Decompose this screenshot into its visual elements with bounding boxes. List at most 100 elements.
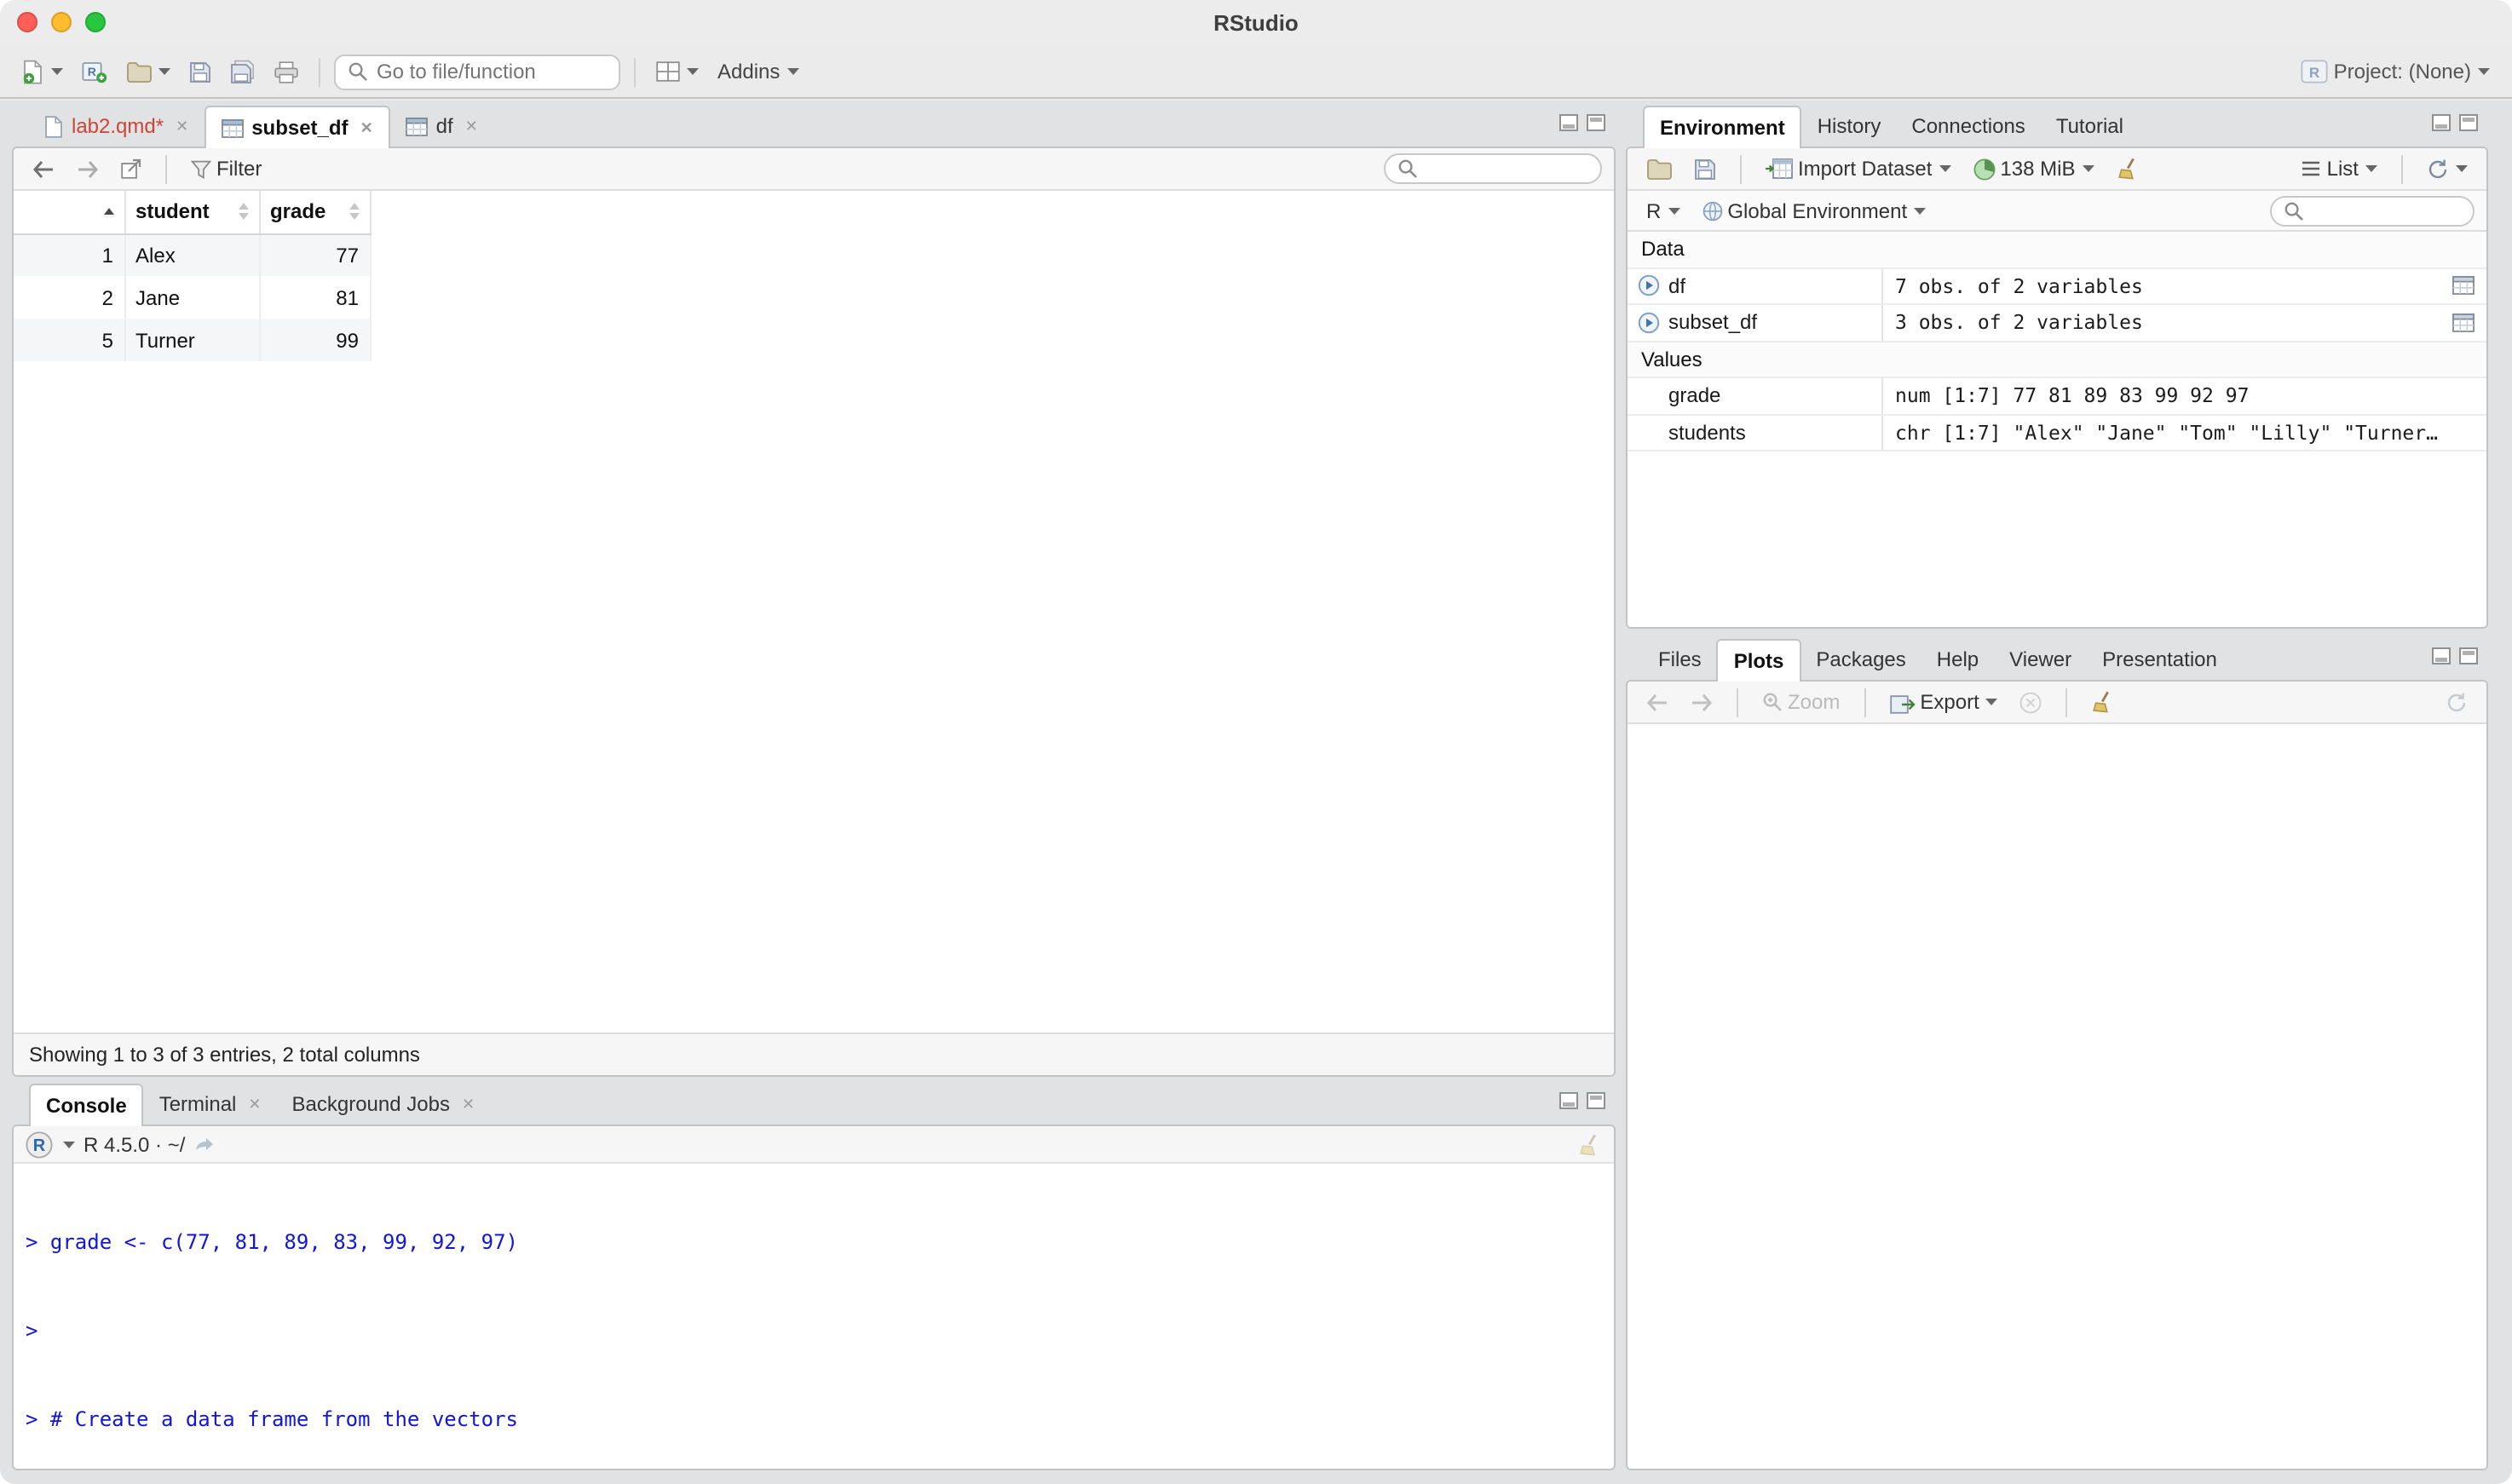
goto-directory-icon[interactable] <box>193 1136 214 1153</box>
console-line: > <box>26 1317 1614 1347</box>
tab-console[interactable]: Console <box>29 1084 144 1126</box>
goto-file-input[interactable] <box>377 60 595 83</box>
tab-presentation[interactable]: Presentation <box>2087 639 2233 680</box>
scope-selector[interactable]: Global Environment <box>1695 195 1933 226</box>
new-file-button[interactable] <box>15 55 70 88</box>
back-button[interactable] <box>26 156 61 181</box>
tab-label: df <box>436 114 453 138</box>
zoom-plot-button[interactable]: Zoom <box>1755 687 1847 717</box>
rstudio-window: RStudio R <box>0 0 2512 1484</box>
clear-plots-button[interactable] <box>2085 687 2123 717</box>
tab-help[interactable]: Help <box>1921 639 1994 680</box>
close-icon[interactable]: ✕ <box>176 117 188 135</box>
minimize-pane-icon[interactable] <box>2432 647 2451 664</box>
clear-objects-button[interactable] <box>2109 153 2146 184</box>
maximize-pane-icon[interactable] <box>2459 647 2478 664</box>
env-object-row-subset-df[interactable]: subset_df 3 obs. of 2 variables <box>1628 305 2486 342</box>
tab-plots[interactable]: Plots <box>1717 639 1801 682</box>
maximize-pane-icon[interactable] <box>1587 1092 1605 1109</box>
zoom-icon <box>1762 692 1783 712</box>
import-dataset-button[interactable]: Import Dataset <box>1759 153 1957 184</box>
save-workspace-button[interactable] <box>1687 154 1723 183</box>
grade-column-header[interactable]: grade <box>259 191 370 233</box>
tab-files[interactable]: Files <box>1643 639 1717 680</box>
table-row: 5 Turner 99 <box>14 319 370 361</box>
environment-search-input[interactable] <box>2313 198 2452 222</box>
pane-layout-button[interactable] <box>649 58 706 85</box>
new-project-button[interactable]: R <box>75 56 114 87</box>
env-value-row-students[interactable]: students chr [1:7] "Alex" "Jane" "Tom" "… <box>1628 415 2486 452</box>
previous-plot-button[interactable] <box>1639 689 1675 715</box>
refresh-icon <box>2446 691 2468 713</box>
clear-console-icon[interactable] <box>1578 1132 1602 1156</box>
tab-viewer[interactable]: Viewer <box>1994 639 2087 680</box>
minimize-window-button[interactable] <box>51 12 72 32</box>
filter-button[interactable]: Filter <box>184 153 268 184</box>
chevron-down-icon[interactable] <box>63 1141 75 1148</box>
env-value-row-grade[interactable]: grade num [1:7] 77 81 89 83 99 92 97 <box>1628 378 2486 415</box>
minimize-pane-icon[interactable] <box>1559 1092 1578 1109</box>
table-search-box[interactable] <box>1384 153 1602 184</box>
open-file-button[interactable] <box>119 57 177 86</box>
object-name: grade <box>1668 384 1720 408</box>
close-icon[interactable]: ✕ <box>248 1095 261 1113</box>
addins-button[interactable]: Addins <box>711 56 805 87</box>
save-all-button[interactable] <box>223 56 262 87</box>
close-icon[interactable]: ✕ <box>360 118 373 137</box>
view-data-icon[interactable] <box>2452 277 2475 296</box>
minimize-pane-icon[interactable] <box>2432 114 2451 131</box>
maximize-pane-icon[interactable] <box>1587 114 1605 131</box>
env-section-data: Data <box>1628 232 2486 268</box>
tab-df[interactable]: df ✕ <box>390 106 493 147</box>
minimize-pane-icon[interactable] <box>1559 114 1578 131</box>
console-input-area[interactable]: > grade <- c(77, 81, 89, 83, 99, 92, 97)… <box>14 1164 1614 1469</box>
export-plot-button[interactable]: Export <box>1882 687 2004 717</box>
data-frame-icon <box>406 117 428 135</box>
tab-background-jobs[interactable]: Background Jobs ✕ <box>277 1084 491 1125</box>
expand-icon[interactable] <box>1638 275 1660 297</box>
memory-usage-label: 138 MiB <box>2000 157 2075 181</box>
load-workspace-button[interactable] <box>1639 154 1679 183</box>
list-view-button[interactable]: List <box>2295 153 2384 184</box>
close-icon[interactable]: ✕ <box>465 117 478 135</box>
next-plot-button[interactable] <box>1684 689 1720 715</box>
object-description: chr [1:7] "Alex" "Jane" "Tom" "Lilly" "T… <box>1881 415 2486 450</box>
environment-search-box[interactable] <box>2270 195 2475 226</box>
rownum-column-header[interactable] <box>14 191 124 233</box>
goto-file-box[interactable] <box>334 54 620 89</box>
project-menu-button[interactable]: R Project: (None) <box>2295 56 2497 87</box>
expand-icon[interactable] <box>1638 312 1660 334</box>
language-selector[interactable]: R <box>1639 195 1686 226</box>
refresh-plots-button[interactable] <box>2439 687 2475 716</box>
rownum-cell: 1 <box>14 233 124 276</box>
tab-lab2-qmd[interactable]: lab2.qmd* ✕ <box>29 106 204 147</box>
tab-environment[interactable]: Environment <box>1643 106 1802 148</box>
tab-terminal[interactable]: Terminal ✕ <box>144 1084 277 1125</box>
tab-packages[interactable]: Packages <box>1800 639 1921 680</box>
refresh-icon <box>2427 158 2449 180</box>
zoom-window-button[interactable] <box>85 12 106 32</box>
remove-plot-button[interactable] <box>2014 687 2049 716</box>
forward-button[interactable] <box>70 156 106 181</box>
close-icon[interactable]: ✕ <box>462 1095 475 1113</box>
tab-history[interactable]: History <box>1802 106 1897 147</box>
refresh-environment-button[interactable] <box>2420 154 2475 183</box>
table-search-input[interactable] <box>1426 157 1580 181</box>
close-window-button[interactable] <box>17 12 37 32</box>
project-label: Project: (None) <box>2334 60 2471 83</box>
student-column-header[interactable]: student <box>124 191 259 233</box>
filter-label: Filter <box>216 157 262 181</box>
tab-tutorial[interactable]: Tutorial <box>2041 106 2139 147</box>
tab-subset-df[interactable]: subset_df ✕ <box>204 106 389 148</box>
tab-connections[interactable]: Connections <box>1896 106 2040 147</box>
column-label: student <box>135 200 210 224</box>
toolbar-separator <box>1737 687 1738 716</box>
save-button[interactable] <box>182 57 218 86</box>
object-description: 7 obs. of 2 variables <box>1881 268 2440 303</box>
print-button[interactable] <box>268 57 305 86</box>
env-object-row-df[interactable]: df 7 obs. of 2 variables <box>1628 268 2486 305</box>
view-data-icon[interactable] <box>2452 313 2475 332</box>
memory-usage-button[interactable]: 138 MiB <box>1966 153 2100 184</box>
open-in-new-window-button[interactable] <box>114 155 148 182</box>
maximize-pane-icon[interactable] <box>2459 114 2478 131</box>
